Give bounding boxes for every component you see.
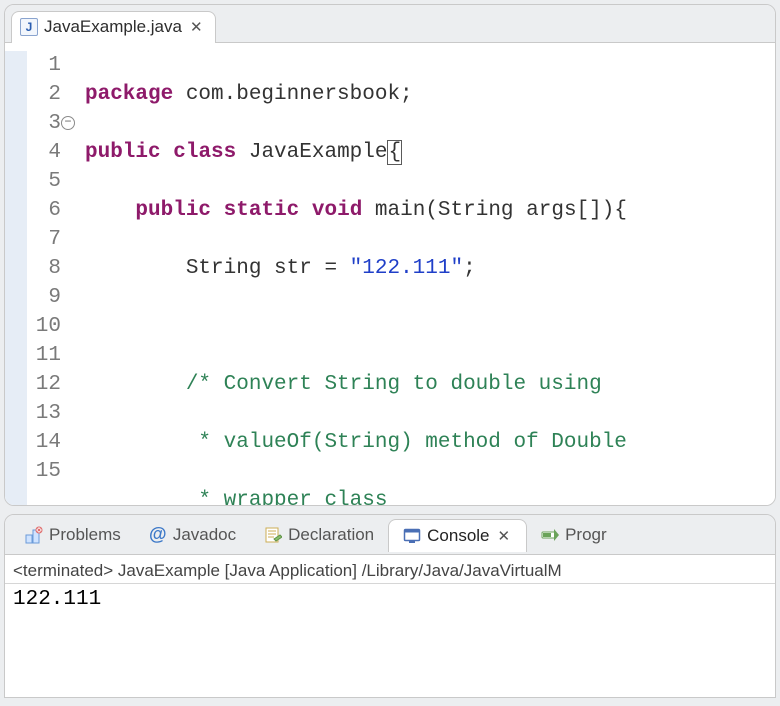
tab-filename: JavaExample.java <box>44 17 182 37</box>
tab-console[interactable]: Console ✕ <box>388 519 527 552</box>
line-number-gutter: 1 2 3− 4 5 6 7 8 9 10 11 12 13 14 15 <box>27 51 67 505</box>
console-status: <terminated> JavaExample [Java Applicati… <box>5 555 775 584</box>
source-editor[interactable]: 1 2 3− 4 5 6 7 8 9 10 11 12 13 14 15 pac… <box>5 43 775 505</box>
close-icon[interactable]: ✕ <box>188 18 205 36</box>
editor-pane: J JavaExample.java ✕ 1 2 3− 4 5 6 7 8 9 … <box>4 4 776 506</box>
tab-label: Console <box>427 526 489 546</box>
console-icon <box>403 527 421 545</box>
tab-label: Declaration <box>288 525 374 545</box>
tab-label: Progr <box>565 525 607 545</box>
at-icon: @ <box>149 526 167 544</box>
java-file-icon: J <box>20 18 38 36</box>
editor-tab-bar: J JavaExample.java ✕ <box>5 5 775 43</box>
tab-progress[interactable]: Progr <box>527 519 621 551</box>
close-icon[interactable]: ✕ <box>496 527 513 545</box>
bottom-panel: Problems @ Javadoc Declaration Console ✕… <box>4 514 776 698</box>
file-tab-javaexample[interactable]: J JavaExample.java ✕ <box>11 11 216 43</box>
marker-bar <box>5 51 27 505</box>
tab-problems[interactable]: Problems <box>11 519 135 551</box>
problems-icon <box>25 526 43 544</box>
tab-label: Problems <box>49 525 121 545</box>
console-output[interactable]: 122.111 <box>5 584 775 615</box>
tab-declaration[interactable]: Declaration <box>250 519 388 551</box>
tab-label: Javadoc <box>173 525 236 545</box>
bottom-tab-bar: Problems @ Javadoc Declaration Console ✕… <box>5 515 775 555</box>
fold-toggle-icon[interactable]: − <box>61 116 75 130</box>
progress-icon <box>541 526 559 544</box>
code-text[interactable]: package com.beginnersbook; public class … <box>85 51 775 505</box>
tab-javadoc[interactable]: @ Javadoc <box>135 519 250 551</box>
declaration-icon <box>264 526 282 544</box>
